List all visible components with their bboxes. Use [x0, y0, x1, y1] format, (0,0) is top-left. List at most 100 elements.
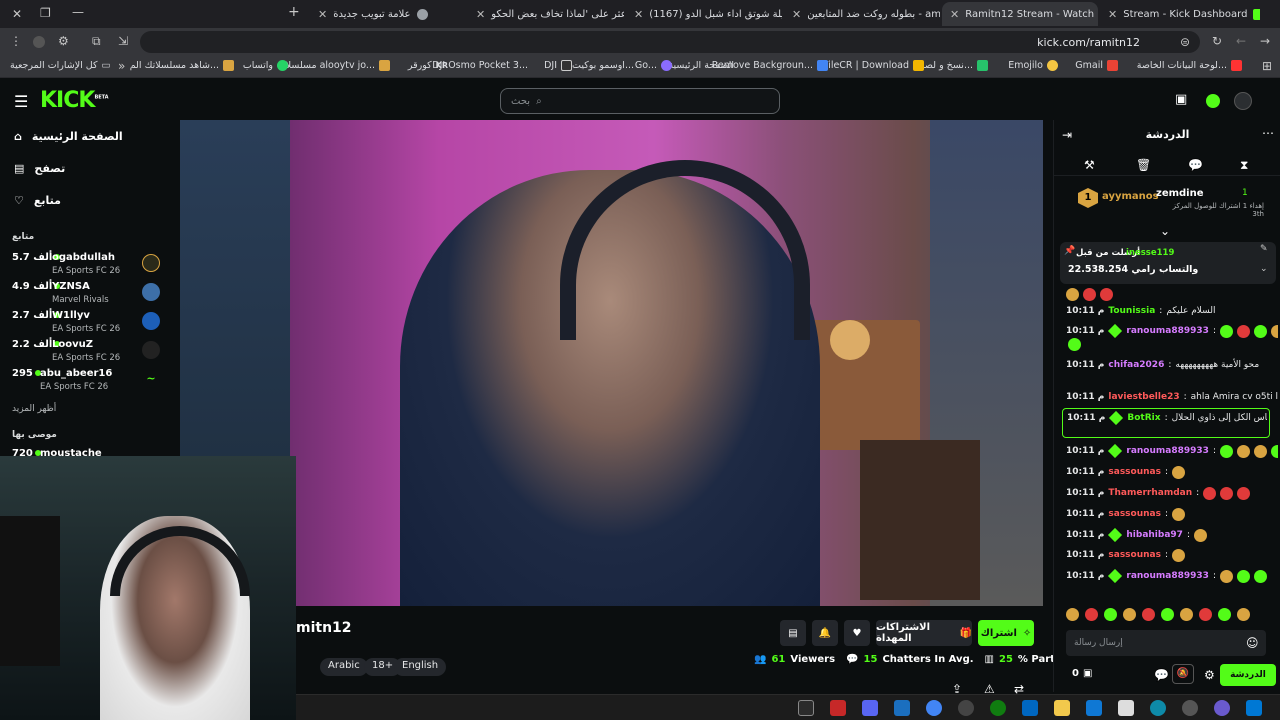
bookmark-item[interactable]: مسلسلات alooytv jo...: [277, 60, 390, 71]
msg-user[interactable]: BotRix: [1127, 413, 1160, 423]
tab-youtube-video[interactable]: ✕ (1167) شيلة شوتق اداء شبل الدو...: [626, 2, 782, 26]
reload-icon[interactable]: ↻: [1212, 34, 1222, 48]
channel-item-ogabdullah[interactable]: 5.7 ألف ogabdullah EA Sports FC 26: [8, 252, 160, 280]
chat-message[interactable]: 10:11 م Tounissia: السلام عليكم: [1066, 304, 1278, 318]
bookmark-item[interactable]: واتساب: [243, 60, 288, 71]
collapse-pinned-icon[interactable]: ⌄: [1260, 264, 1268, 274]
menu-dots-icon[interactable]: ⋮: [10, 34, 22, 48]
channel-item-w1llyv[interactable]: 2.7 ألف W1llyv EA Sports FC 26: [8, 310, 160, 338]
extensions-icon[interactable]: ⚙: [58, 34, 69, 48]
channel-item-yznsa[interactable]: 4.9 ألف YZNSA Marvel Rivals: [8, 281, 160, 309]
chat-input[interactable]: إرسال رسالة: [1066, 630, 1266, 656]
chatter-avatar[interactable]: [1142, 608, 1155, 621]
chat-menu-icon[interactable]: ⋯: [1262, 126, 1274, 140]
chat-message[interactable]: 10:11 م sassounas:: [1066, 465, 1278, 479]
hamburger-menu-icon[interactable]: ☰: [14, 92, 28, 111]
channel-item-loovuz[interactable]: 2.2 ألف LoovuZ EA Sports FC 26: [8, 339, 160, 367]
pinned-message[interactable]: 📌 أرسلت من قبل inesse119 والتساب رامي 22…: [1060, 242, 1276, 284]
chat-message[interactable]: 10:11 م sassounas:: [1066, 548, 1278, 562]
chat-message[interactable]: 10:11 م ranouma889933:: [1066, 569, 1278, 583]
unpin-icon[interactable]: ✎: [1260, 244, 1268, 254]
search-input[interactable]: ⌕ بحث: [500, 88, 780, 114]
taskbar-app-icon[interactable]: [894, 700, 910, 716]
taskbar-app-icon[interactable]: [798, 700, 814, 716]
top-gifter-name[interactable]: zemdine: [1156, 188, 1204, 199]
msg-user[interactable]: ranouma889933: [1126, 326, 1209, 336]
chat-message[interactable]: 10:11 م Thamerrhamdan:: [1066, 486, 1278, 500]
profile-avatar[interactable]: [33, 36, 45, 48]
bookmark-item[interactable]: الصفحة الرئيسية: [668, 60, 734, 71]
bookmark-item[interactable]: DJI: [544, 60, 572, 71]
msg-user[interactable]: sassounas: [1108, 509, 1161, 519]
gift-subs-button[interactable]: الاشتراكات المهداة 🎁: [876, 620, 972, 646]
sidebar-item-following[interactable]: ♡ متابع: [14, 194, 164, 207]
tab-close-icon[interactable]: ✕: [1108, 8, 1117, 21]
msg-user[interactable]: Thamerrhamdan: [1108, 488, 1192, 498]
show-more-link[interactable]: أظهر المزيد: [12, 404, 56, 414]
tab-close-icon[interactable]: ✕: [950, 8, 959, 21]
kick-logo[interactable]: KICKBETA: [40, 88, 109, 113]
subscribe-button[interactable]: اشتراك ✧: [978, 620, 1034, 646]
minimize-window-icon[interactable]: —: [72, 5, 84, 19]
bookmark-item[interactable]: Go...: [635, 60, 672, 71]
chat-bubble-icon[interactable]: 💬: [1188, 158, 1203, 172]
chat-message[interactable]: 10:11 م laviestbelle23: ahla Amira cv o5…: [1066, 390, 1278, 404]
clip-button[interactable]: ▤: [780, 620, 806, 646]
notifications-button[interactable]: 🔔: [812, 620, 838, 646]
new-tab-icon[interactable]: +: [288, 4, 300, 20]
chat-message[interactable]: 10:11 م ranouma889933:: [1066, 444, 1278, 458]
msg-user[interactable]: Tounissia: [1108, 306, 1155, 316]
extension-puzzle-icon[interactable]: ⧉: [92, 34, 101, 49]
mute-icon[interactable]: 🔕: [1172, 664, 1194, 684]
video-player[interactable]: [180, 120, 1043, 606]
bookmark-item[interactable]: FileCR | Download: [823, 60, 924, 71]
hourglass-icon[interactable]: ⧗: [1240, 158, 1248, 173]
store-icon[interactable]: ▣: [1175, 92, 1187, 107]
discord-icon[interactable]: [862, 700, 878, 716]
chat-message[interactable]: 10:11 م sassounas:: [1066, 507, 1278, 521]
top-gifter-name[interactable]: ayymanos: [1102, 191, 1159, 202]
expand-chevron-icon[interactable]: ⌄: [1160, 224, 1170, 238]
site-settings-icon[interactable]: ⊜: [1180, 35, 1190, 49]
chatter-avatar[interactable]: [1199, 608, 1212, 621]
chatter-avatar[interactable]: [1180, 608, 1193, 621]
taskbar-app-icon[interactable]: [1118, 700, 1134, 716]
chatter-avatar[interactable]: [1085, 608, 1098, 621]
start-windows-icon[interactable]: [1246, 700, 1262, 716]
bookmark-item[interactable]: لوحة البيانات الخاصة...: [1137, 60, 1242, 71]
emoji-picker-icon[interactable]: ☺: [1246, 636, 1259, 650]
edge-icon[interactable]: [1150, 700, 1166, 716]
tab-close-icon[interactable]: ✕: [318, 8, 327, 21]
streamer-name[interactable]: mitn12: [296, 620, 352, 636]
sidebar-item-home[interactable]: ⌂ الصفحة الرئيسية: [14, 130, 164, 143]
chatter-avatar[interactable]: [1066, 608, 1079, 621]
chat-message[interactable]: 10:11 م hibahiba97:: [1066, 528, 1278, 542]
tag-arabic[interactable]: Arabic: [320, 658, 368, 676]
chat-message[interactable]: 10:11 م BotRix: مرحبا بالناس الكل إلى ذا…: [1067, 411, 1267, 425]
more-bookmarks-chevron-icon[interactable]: »: [118, 59, 125, 73]
bookmark-item[interactable]: Gmail: [1075, 60, 1118, 71]
tag-english[interactable]: English: [394, 658, 447, 676]
forward-icon[interactable]: ←: [1236, 34, 1246, 48]
msg-user[interactable]: sassounas: [1108, 467, 1161, 477]
msg-user[interactable]: ranouma889933: [1126, 446, 1209, 456]
bookmark-item[interactable]: شاهد مسلسلاتك الم...: [130, 60, 234, 71]
points-balance[interactable]: 0 ▣: [1072, 668, 1092, 679]
taskbar-app-icon[interactable]: [830, 700, 846, 716]
cast-icon[interactable]: ⇲: [118, 34, 128, 48]
copilot-icon[interactable]: [1214, 700, 1230, 716]
chat-message[interactable]: 10:11 م chifaa2026: محو الأمية ههههههههه…: [1066, 358, 1278, 372]
chatter-avatar[interactable]: [1237, 608, 1250, 621]
settings-icon[interactable]: [1182, 700, 1198, 716]
tab-new-tab[interactable]: ✕ علامة تبويب جديدة: [310, 2, 466, 26]
chatter-avatar[interactable]: [1123, 608, 1136, 621]
close-window-icon[interactable]: ✕: [12, 7, 22, 21]
chatter-avatar[interactable]: [1161, 608, 1174, 621]
tab-kick-dashboard[interactable]: ✕ Stream - Kick Dashboard: [1100, 2, 1260, 26]
chat-message[interactable]: 10:11 م ranouma889933:: [1066, 324, 1278, 338]
chrome-icon[interactable]: [926, 700, 942, 716]
taskbar-app-icon[interactable]: [1022, 700, 1038, 716]
tab-rocket-tournament[interactable]: ✕ بطوله روكت ضد المتابعين - am...: [784, 2, 940, 26]
msg-user[interactable]: chifaa2026: [1108, 360, 1164, 370]
msg-user[interactable]: laviestbelle23: [1108, 392, 1179, 402]
